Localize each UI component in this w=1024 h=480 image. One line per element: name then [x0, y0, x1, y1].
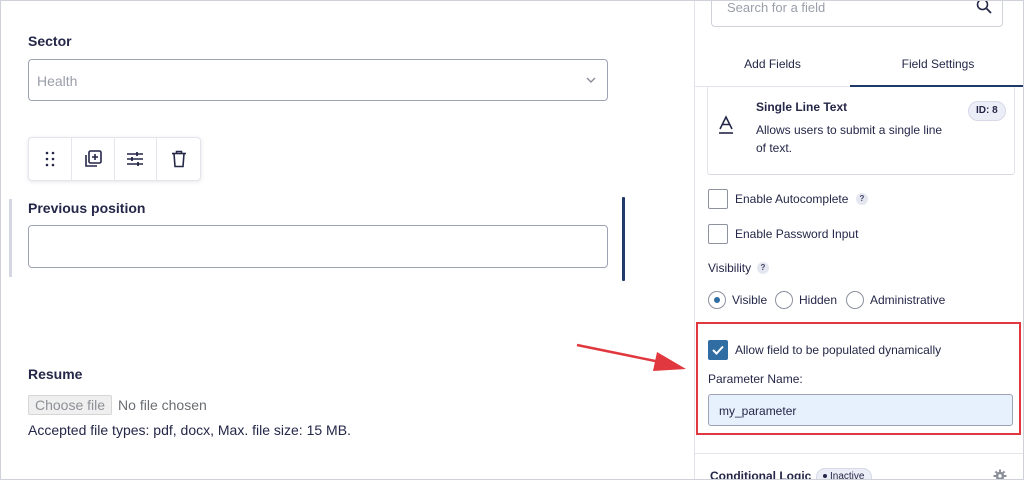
settings-sliders-icon — [127, 152, 144, 166]
enable-autocomplete-checkbox[interactable] — [708, 189, 728, 209]
choose-file-button[interactable]: Choose file — [28, 395, 113, 415]
gear-icon[interactable] — [993, 469, 1007, 480]
text-field-icon — [719, 115, 733, 134]
visibility-radio-administrative[interactable] — [846, 291, 864, 309]
field-type-card: Single Line Text Allows users to submit … — [707, 87, 1015, 175]
enable-autocomplete-label: Enable Autocomplete — [735, 192, 849, 206]
tab-field-settings[interactable]: Field Settings — [850, 45, 1023, 87]
resume-label: Resume — [28, 366, 83, 382]
previous-position-label: Previous position — [28, 200, 146, 216]
sidebar-tabs: Add Fields Field Settings — [695, 45, 1023, 87]
app-frame: Sector Health Previous position Resume C… — [0, 0, 1024, 480]
field-type-name: Single Line Text — [756, 100, 848, 114]
previous-position-input[interactable] — [28, 225, 608, 268]
file-help-text: Accepted file types: pdf, docx, Max. fil… — [28, 422, 351, 438]
status-dot-icon — [823, 474, 827, 479]
selected-field-border — [622, 197, 625, 281]
chevron-down-icon — [586, 77, 596, 83]
sector-label: Sector — [28, 33, 72, 49]
highlight-annotation-box — [696, 322, 1021, 435]
duplicate-field-button[interactable] — [72, 138, 115, 180]
conditional-logic-section[interactable]: Conditional Logic Inactive — [695, 453, 1023, 480]
visibility-option-hidden: Hidden — [799, 293, 838, 307]
tab-add-fields[interactable]: Add Fields — [695, 45, 850, 87]
field-id-badge: ID: 8 — [968, 101, 1006, 121]
field-settings-button[interactable] — [115, 138, 158, 180]
annotation-arrow-icon — [576, 343, 686, 371]
drag-handle-icon — [45, 151, 55, 167]
selected-field-indicator — [9, 199, 12, 277]
duplicate-icon — [84, 150, 102, 167]
autocomplete-help-icon[interactable]: ? — [856, 193, 868, 205]
conditional-logic-label: Conditional Logic — [710, 469, 812, 480]
visibility-label: Visibility — [708, 261, 752, 275]
visibility-option-visible: Visible — [732, 293, 768, 307]
field-type-description: Allows users to submit a single line of … — [756, 123, 943, 155]
enable-password-checkbox[interactable] — [708, 224, 728, 244]
field-action-toolbar — [28, 137, 201, 181]
visibility-help-icon[interactable]: ? — [757, 262, 769, 274]
enable-password-label: Enable Password Input — [735, 227, 859, 241]
visibility-radio-hidden[interactable] — [775, 291, 793, 309]
sector-select[interactable]: Health — [28, 59, 608, 101]
drag-handle-button[interactable] — [29, 138, 72, 180]
search-field-input[interactable]: Search for a field — [711, 0, 1003, 27]
conditional-logic-status-badge: Inactive — [816, 468, 873, 480]
conditional-logic-status: Inactive — [830, 471, 865, 480]
search-icon[interactable] — [976, 0, 992, 14]
visibility-radio-visible[interactable] — [708, 291, 726, 309]
file-status-text: No file chosen — [118, 397, 207, 413]
search-placeholder: Search for a field — [727, 0, 826, 15]
trash-icon — [171, 150, 186, 168]
visibility-option-administrative: Administrative — [870, 293, 946, 307]
form-editor-canvas: Sector Health Previous position Resume C… — [1, 1, 694, 479]
resume-file-input: Choose file No file chosen — [28, 394, 207, 416]
sector-selected-value: Health — [37, 73, 78, 89]
delete-field-button[interactable] — [157, 138, 200, 180]
